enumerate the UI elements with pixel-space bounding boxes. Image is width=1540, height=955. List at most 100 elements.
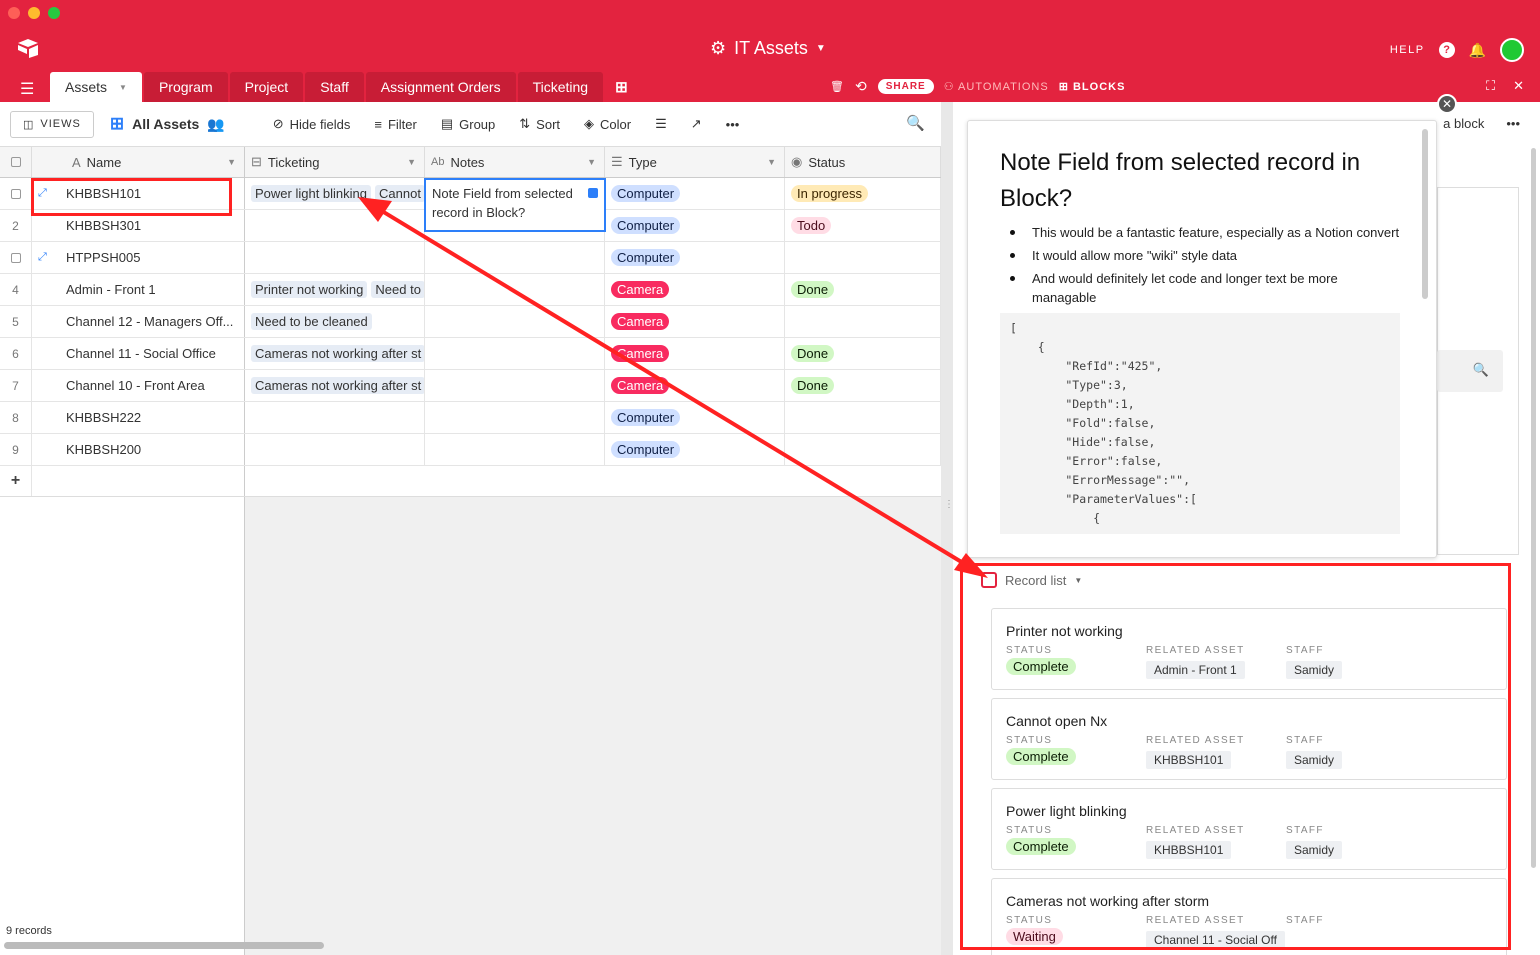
group-button[interactable]: ▤ Group <box>441 116 495 132</box>
row-number[interactable]: 8 <box>0 402 32 433</box>
row-number[interactable]: 9 <box>0 434 32 465</box>
cell-status[interactable] <box>785 306 941 337</box>
cell-status[interactable] <box>785 242 941 273</box>
sort-button[interactable]: ⇅ Sort <box>519 116 560 132</box>
cell-status[interactable]: Todo <box>785 210 941 241</box>
tab-program[interactable]: Program <box>143 72 228 102</box>
horizontal-scrollbar[interactable] <box>4 942 324 949</box>
bell-icon[interactable]: 🔔 <box>1469 42 1486 59</box>
view-name[interactable]: ⊞ All Assets 👥 <box>110 114 225 134</box>
vertical-scrollbar[interactable] <box>1422 129 1428 299</box>
color-button[interactable]: ◈ Color <box>584 116 631 132</box>
tab-ticketing[interactable]: Ticketing <box>517 72 604 102</box>
airtable-logo-icon[interactable] <box>16 38 40 58</box>
zoom-window-button[interactable] <box>48 7 60 19</box>
cell-notes[interactable] <box>425 434 605 465</box>
cell-status[interactable] <box>785 402 941 433</box>
cell-type[interactable]: Camera <box>605 370 785 401</box>
cell-ticketing[interactable]: Need to be cleaned <box>245 306 425 337</box>
cell-ticketing[interactable] <box>245 210 425 241</box>
cell-name[interactable]: ⤢ KHBBSH101 <box>32 178 245 209</box>
linked-record-chip[interactable]: Need to <box>371 281 424 298</box>
record-card[interactable]: Power light blinking STATUS RELATED ASSET S… <box>991 788 1507 870</box>
linked-record-chip[interactable]: Power light blinking <box>251 185 372 202</box>
history-icon[interactable]: ⟲ <box>855 78 868 95</box>
expand-record-icon[interactable]: ⤢ <box>38 187 62 200</box>
record-card[interactable]: Printer not working STATUS RELATED ASSET ST… <box>991 608 1507 690</box>
help-link[interactable]: HELP <box>1390 44 1425 56</box>
cell-name[interactable]: Channel 12 - Managers Off... <box>32 306 245 337</box>
linked-record-chip[interactable]: Cameras not working after st <box>251 345 424 362</box>
hamburger-menu-icon[interactable]: ☰ <box>20 79 34 99</box>
linked-record-chip[interactable]: Printer not working <box>251 281 368 298</box>
blocks-button[interactable]: ⊞ BLOCKS <box>1059 80 1126 93</box>
row-checkbox[interactable] <box>10 188 21 199</box>
expand-record-icon[interactable]: ⤢ <box>38 251 62 264</box>
cell-notes[interactable] <box>425 306 605 337</box>
filter-button[interactable]: ≡ Filter <box>374 117 416 132</box>
linked-record-chip[interactable]: Cannot <box>375 185 424 202</box>
cell-ticketing[interactable] <box>245 434 425 465</box>
cell-name[interactable]: Channel 11 - Social Office <box>32 338 245 369</box>
cell-status[interactable] <box>785 434 941 465</box>
automations-button[interactable]: ⚇ AUTOMATIONS <box>944 80 1049 93</box>
table-row[interactable]: 7 Channel 10 - Front Area Cameras not work… <box>0 370 941 402</box>
cell-ticketing[interactable]: Cameras not working after st <box>245 338 425 369</box>
row-number[interactable]: 4 <box>0 274 32 305</box>
row-number[interactable]: 7 <box>0 370 32 401</box>
cell-type[interactable]: Computer <box>605 402 785 433</box>
cell-notes[interactable] <box>425 370 605 401</box>
search-icon[interactable]: 🔍 <box>906 114 925 132</box>
user-avatar[interactable] <box>1500 38 1524 62</box>
linked-record-chip[interactable]: Cameras not working after st <box>251 377 424 394</box>
fullscreen-icon[interactable]: ⛶ <box>1486 78 1495 94</box>
close-icon[interactable]: ✕ <box>1437 94 1457 114</box>
table-row[interactable]: 9 KHBBSH200 Computer <box>0 434 941 466</box>
cell-name[interactable]: KHBBSH301 <box>32 210 245 241</box>
trash-icon[interactable]: 🗑 <box>830 80 845 93</box>
base-title[interactable]: ⚙ IT Assets ▼ <box>710 38 826 59</box>
more-options-button[interactable]: ••• <box>726 117 740 132</box>
cell-type[interactable]: Camera <box>605 306 785 337</box>
share-button[interactable]: SHARE <box>877 79 934 94</box>
pane-resize-handle[interactable]: ⋮ <box>941 102 954 955</box>
linked-record-chip[interactable]: Need to be cleaned <box>251 313 372 330</box>
cell-notes[interactable] <box>425 274 605 305</box>
cell-status[interactable]: Done <box>785 370 941 401</box>
cell-notes[interactable] <box>425 242 605 273</box>
column-header-ticketing[interactable]: ⊟ Ticketing ▼ <box>245 147 425 177</box>
column-header-type[interactable]: ☰ Type ▼ <box>605 147 785 177</box>
table-row[interactable]: ⤢ HTPPSH005 Computer <box>0 242 941 274</box>
expand-cell-icon[interactable] <box>588 188 598 198</box>
close-panel-icon[interactable]: ✕ <box>1513 78 1524 94</box>
tab-project[interactable]: Project <box>229 72 304 102</box>
row-height-button[interactable]: ☰ <box>655 116 667 132</box>
cell-status[interactable]: Done <box>785 338 941 369</box>
cell-name[interactable]: Channel 10 - Front Area <box>32 370 245 401</box>
cell-notes[interactable] <box>425 402 605 433</box>
minimize-window-button[interactable] <box>28 7 40 19</box>
help-icon[interactable]: ? <box>1438 42 1455 58</box>
record-card[interactable]: Cannot open Nx STATUS RELATED ASSET STAFF Co… <box>991 698 1507 780</box>
cell-notes[interactable] <box>425 338 605 369</box>
cell-ticketing[interactable] <box>245 242 425 273</box>
more-options-button[interactable]: ••• <box>1506 116 1520 131</box>
cell-type[interactable]: Computer <box>605 242 785 273</box>
cell-ticketing[interactable] <box>245 402 425 433</box>
add-table-icon[interactable]: ⊞ <box>615 72 628 102</box>
table-row[interactable]: 5 Channel 12 - Managers Off... Need to be … <box>0 306 941 338</box>
table-row[interactable]: 4 Admin - Front 1 Printer not working Need … <box>0 274 941 306</box>
cell-type[interactable]: Camera <box>605 274 785 305</box>
record-list-header[interactable]: Record list ▼ <box>981 572 1082 588</box>
select-all-checkbox[interactable] <box>0 147 32 177</box>
cell-type[interactable]: Computer <box>605 178 785 209</box>
close-window-button[interactable] <box>8 7 20 19</box>
cell-status[interactable]: In progress <box>785 178 941 209</box>
cell-status[interactable]: Done <box>785 274 941 305</box>
table-row[interactable]: 6 Channel 11 - Social Office Cameras not w… <box>0 338 941 370</box>
views-button[interactable]: ◫ VIEWS <box>10 110 94 138</box>
row-number[interactable]: 6 <box>0 338 32 369</box>
cell-ticketing[interactable]: Cameras not working after st <box>245 370 425 401</box>
add-row-button[interactable]: + <box>0 466 941 497</box>
table-row[interactable]: 8 KHBBSH222 Computer <box>0 402 941 434</box>
